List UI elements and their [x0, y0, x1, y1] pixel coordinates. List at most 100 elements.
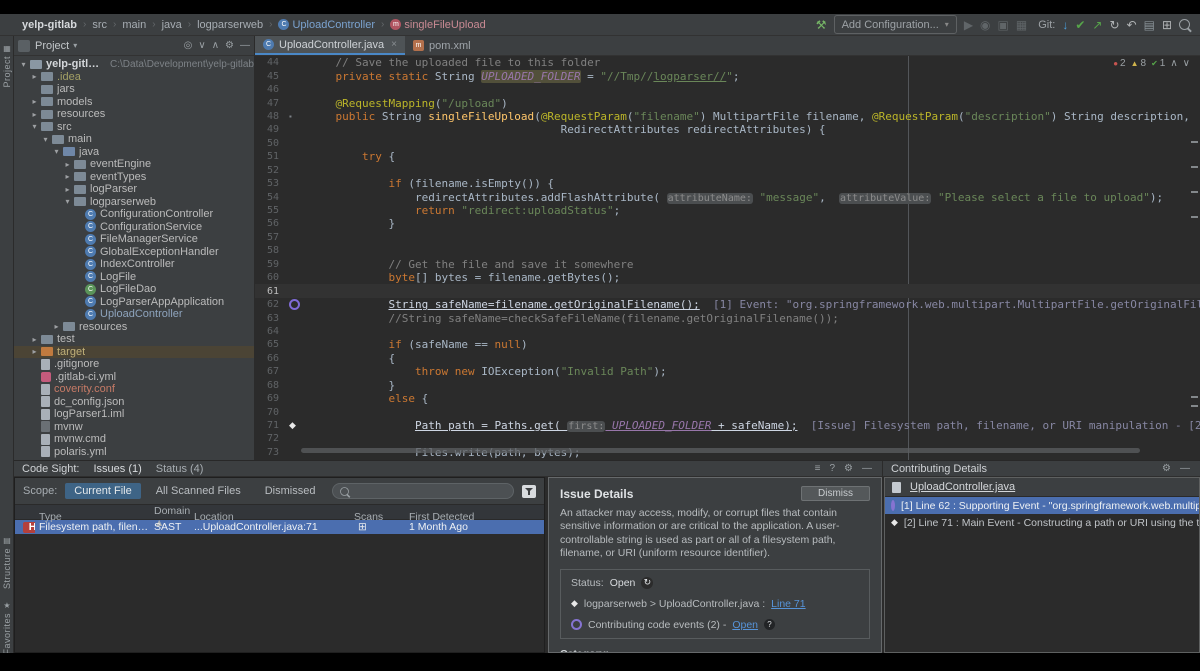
close-icon[interactable]: ×	[391, 39, 397, 50]
settings-icon[interactable]: ⚙	[1162, 463, 1171, 474]
git-push-icon[interactable]: ↗	[1092, 19, 1102, 31]
tree-item[interactable]: CUploadController	[14, 308, 254, 321]
locate-icon[interactable]: ◎	[184, 40, 193, 51]
code-line[interactable]: 69 else {	[255, 392, 1200, 405]
scope-button[interactable]: Dismissed	[256, 483, 325, 499]
tree-toggle-icon[interactable]: ▾	[40, 135, 51, 144]
tree-item[interactable]: ▸eventTypes	[14, 171, 254, 184]
code-line[interactable]: 71◆ Path path = Paths.get( first: UPLOAD…	[255, 419, 1200, 432]
tree-item[interactable]: ▾java	[14, 146, 254, 159]
git-update-icon[interactable]: ↓	[1062, 19, 1068, 31]
breadcrumb-item[interactable]: CUploadController	[274, 19, 379, 31]
next-issue-icon[interactable]: ∨	[1183, 58, 1190, 69]
editor-tab[interactable]: mpom.xml	[405, 36, 479, 55]
tree-toggle-icon[interactable]: ▸	[62, 185, 73, 194]
code-line[interactable]: 57	[255, 231, 1200, 244]
tree-toggle-icon[interactable]: ▸	[51, 322, 62, 331]
code-line[interactable]: 60 byte[] bytes = filename.getBytes();	[255, 271, 1200, 284]
tool-structure[interactable]: ▤Structure	[0, 536, 14, 589]
tree-item[interactable]: .gitlab-ci.yml	[14, 371, 254, 384]
diff-icon[interactable]: ⊞	[1162, 19, 1172, 31]
contributing-event-row[interactable]: ◆[2] Line 71 : Main Event - Constructing…	[885, 514, 1199, 531]
code-line[interactable]: 45 private static String UPLOADED_FOLDER…	[255, 69, 1200, 82]
codesight-tab[interactable]: Status (4)	[156, 463, 204, 475]
tree-item[interactable]: ▾main	[14, 133, 254, 146]
project-panel-title[interactable]: Project	[35, 40, 69, 52]
hide-icon[interactable]: —	[1180, 463, 1190, 474]
code-line[interactable]: 47 @RequestMapping("/upload")	[255, 96, 1200, 109]
expand-all-icon[interactable]: ∨	[198, 40, 205, 51]
code-line[interactable]: 70	[255, 405, 1200, 418]
breadcrumb-item[interactable]: java	[158, 19, 186, 31]
tree-item[interactable]: ▸test	[14, 333, 254, 346]
tree-item[interactable]: ▸.idea	[14, 71, 254, 84]
settings-icon[interactable]: ⚙	[225, 40, 234, 51]
chevron-down-icon[interactable]: ▾	[73, 41, 183, 50]
history-icon[interactable]: ↻	[1109, 19, 1119, 31]
code-line[interactable]: 59 // Get the file and save it somewhere	[255, 258, 1200, 271]
tree-item[interactable]: ▸target	[14, 346, 254, 359]
debug-icon[interactable]: ◉	[980, 19, 990, 31]
code-line[interactable]: 55 return "redirect:uploadStatus";	[255, 204, 1200, 217]
tree-item[interactable]: mvnw.cmd	[14, 433, 254, 446]
tree-item[interactable]: polaris.yml	[14, 446, 254, 459]
rollback-icon[interactable]: ↶	[1127, 19, 1137, 31]
tree-item[interactable]: ▾yelp-gitlab [logParser1]C:\Data\Develop…	[14, 58, 254, 71]
build-icon[interactable]: ⚒	[816, 18, 827, 32]
breadcrumb-item[interactable]: msingleFileUpload	[386, 19, 489, 31]
code-line[interactable]: 44 // Save the uploaded file to this fol…	[255, 56, 1200, 69]
line-link[interactable]: Line 71	[771, 598, 805, 610]
breadcrumb-item[interactable]: logparserweb	[193, 19, 267, 31]
code-line[interactable]: 63 //String safeName=checkSafeFileName(f…	[255, 311, 1200, 324]
codesight-tab[interactable]: Issues (1)	[93, 463, 141, 475]
breadcrumb-item[interactable]: yelp-gitlab	[18, 19, 81, 31]
filter-icon[interactable]	[522, 485, 536, 498]
code-line[interactable]: 58	[255, 244, 1200, 257]
tool-project[interactable]: ▦Project	[0, 44, 14, 88]
code-line[interactable]: 53 if (filename.isEmpty()) {	[255, 177, 1200, 190]
inspection-widget[interactable]: ●2▲8✔1∧∨	[1113, 58, 1190, 69]
help-icon[interactable]: ?	[764, 619, 775, 630]
editor-tab[interactable]: CUploadController.java×	[255, 36, 405, 55]
git-commit-icon[interactable]: ✔	[1075, 19, 1085, 31]
code-line[interactable]: 52	[255, 164, 1200, 177]
run-icon[interactable]: ▶	[964, 19, 973, 31]
tree-toggle-icon[interactable]: ▸	[29, 347, 40, 356]
tree-item[interactable]: logParser1.iml	[14, 408, 254, 421]
code-line[interactable]: 56 }	[255, 217, 1200, 230]
code-line[interactable]: 46	[255, 83, 1200, 96]
code-line[interactable]: 48▪ public String singleFileUpload(@Requ…	[255, 110, 1200, 123]
supporting-event-gutter-icon[interactable]	[289, 299, 300, 310]
list-icon[interactable]: ≡	[815, 463, 821, 474]
tree-item[interactable]: .gitignore	[14, 358, 254, 371]
tree-item[interactable]: ▸logParser	[14, 183, 254, 196]
tree-item[interactable]: CFileManagerService	[14, 233, 254, 246]
shelve-icon[interactable]: ▤	[1144, 19, 1155, 31]
tree-item[interactable]: CIndexController	[14, 258, 254, 271]
scope-button[interactable]: Current File	[65, 483, 140, 499]
tree-toggle-icon[interactable]: ▾	[29, 122, 40, 131]
tree-toggle-icon[interactable]: ▸	[29, 72, 40, 81]
main-event-gutter-icon[interactable]: ◆	[289, 420, 296, 431]
tree-item[interactable]: CConfigurationController	[14, 208, 254, 221]
tree-item[interactable]: CLogParserAppApplication	[14, 296, 254, 309]
tree-item[interactable]: dc_config.json	[14, 396, 254, 409]
code-line[interactable]: 68 }	[255, 379, 1200, 392]
search-everywhere-icon[interactable]	[1179, 19, 1190, 30]
contributing-event-row[interactable]: [1] Line 62 : Supporting Event - "org.sp…	[885, 497, 1199, 514]
prev-issue-icon[interactable]: ∧	[1170, 58, 1177, 69]
tree-item[interactable]: ▸models	[14, 96, 254, 109]
tree-item[interactable]: ▸resources	[14, 108, 254, 121]
tree-toggle-icon[interactable]: ▸	[29, 335, 40, 344]
tree-item[interactable]: CGlobalExceptionHandler	[14, 246, 254, 259]
help-icon[interactable]: ?	[829, 463, 835, 474]
code-line[interactable]: 65 if (safeName == null)	[255, 338, 1200, 351]
tree-item[interactable]: ▸resources	[14, 321, 254, 334]
breadcrumb-item[interactable]: main	[118, 19, 150, 31]
tree-item[interactable]: mvnw	[14, 421, 254, 434]
request-mapping-gutter-icon[interactable]: ▪	[289, 112, 292, 121]
open-events-link[interactable]: Open	[732, 619, 758, 631]
dismiss-button[interactable]: Dismiss	[801, 486, 870, 501]
horizontal-scrollbar[interactable]	[301, 448, 1140, 453]
collapse-all-icon[interactable]: ∧	[212, 40, 219, 51]
